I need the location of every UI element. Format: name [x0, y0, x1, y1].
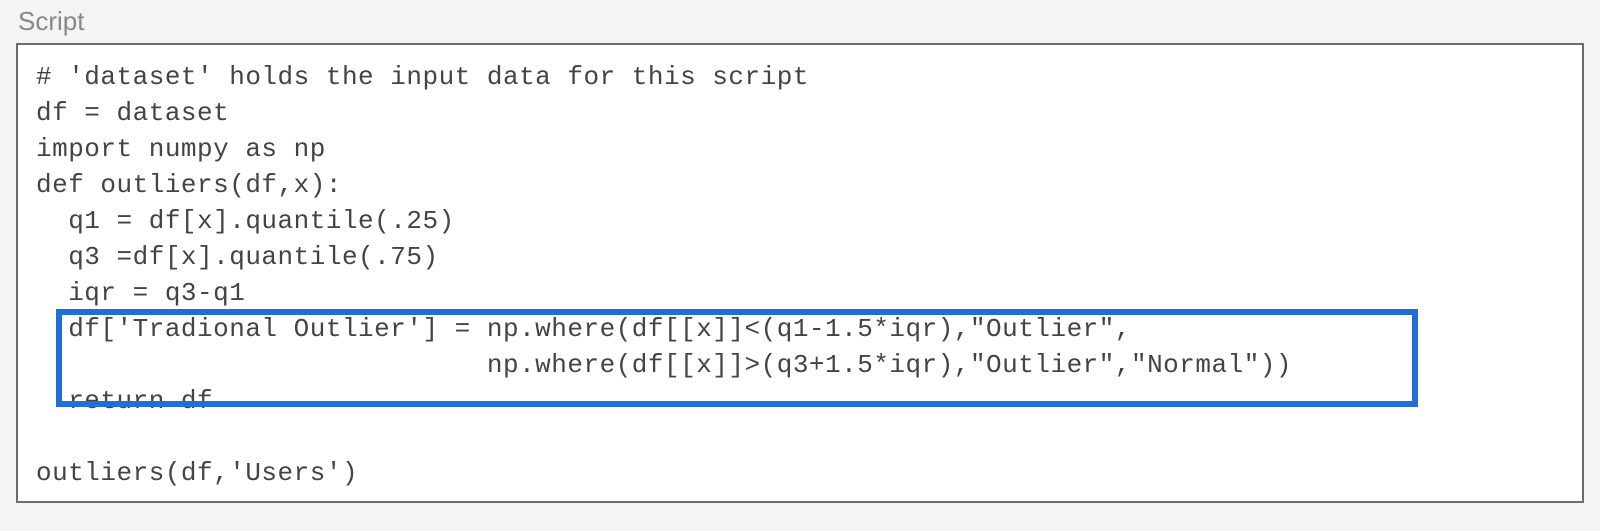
- code-line: import numpy as np: [36, 134, 326, 164]
- code-line: q1 = df[x].quantile(.25): [36, 206, 455, 236]
- code-block[interactable]: # 'dataset' holds the input data for thi…: [36, 59, 1564, 491]
- script-panel: Script # 'dataset' holds the input data …: [0, 0, 1600, 519]
- code-line: return df: [36, 386, 213, 416]
- code-line: outliers(df,'Users'): [36, 458, 358, 488]
- code-line: def outliers(df,x):: [36, 170, 342, 200]
- code-line: df['Tradional Outlier'] = np.where(df[[x…: [36, 314, 1131, 344]
- code-line: # 'dataset' holds the input data for thi…: [36, 62, 809, 92]
- script-editor[interactable]: # 'dataset' holds the input data for thi…: [16, 43, 1584, 503]
- code-line: iqr = q3-q1: [36, 278, 245, 308]
- panel-label: Script: [18, 6, 1584, 37]
- code-line: np.where(df[[x]]>(q3+1.5*iqr),"Outlier",…: [36, 350, 1292, 380]
- code-line: df = dataset: [36, 98, 229, 128]
- code-line: q3 =df[x].quantile(.75): [36, 242, 439, 272]
